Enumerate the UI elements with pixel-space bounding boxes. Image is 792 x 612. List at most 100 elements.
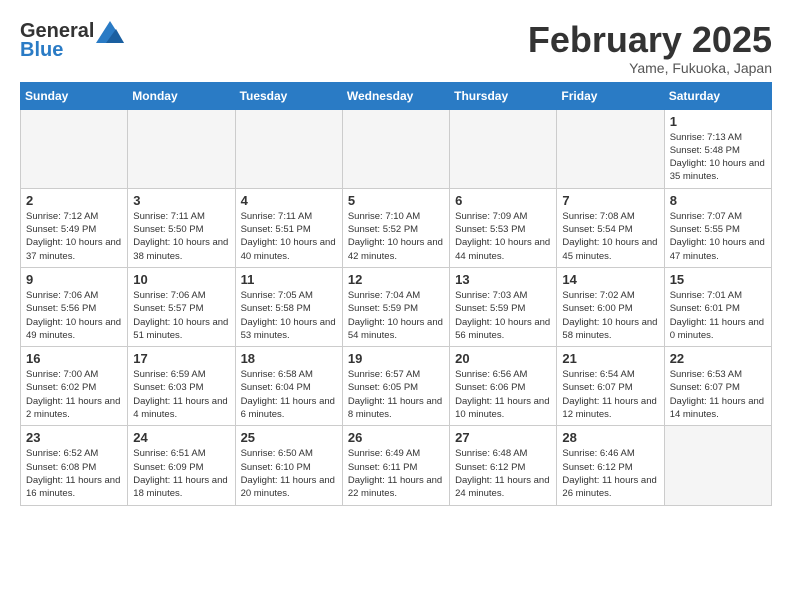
day-number: 22 bbox=[670, 351, 766, 366]
weekday-header-monday: Monday bbox=[128, 82, 235, 109]
day-number: 25 bbox=[241, 430, 337, 445]
calendar-cell: 13 Sunrise: 7:03 AMSunset: 5:59 PMDayligh… bbox=[450, 267, 557, 346]
calendar-cell: 10 Sunrise: 7:06 AMSunset: 5:57 PMDayligh… bbox=[128, 267, 235, 346]
day-number: 27 bbox=[455, 430, 551, 445]
day-info: Sunrise: 7:13 AMSunset: 5:48 PMDaylight:… bbox=[670, 131, 766, 184]
calendar-cell: 26Sunrise: 6:49 AMSunset: 6:11 PMDayligh… bbox=[342, 426, 449, 505]
day-info: Sunrise: 7:00 AMSunset: 6:02 PMDaylight:… bbox=[26, 368, 122, 421]
day-number: 18 bbox=[241, 351, 337, 366]
calendar-cell bbox=[450, 109, 557, 188]
calendar-cell bbox=[128, 109, 235, 188]
day-number: 4 bbox=[241, 193, 337, 208]
calendar-cell: 7 Sunrise: 7:08 AMSunset: 5:54 PMDaylight… bbox=[557, 188, 664, 267]
day-info: Sunrise: 7:06 AMSunset: 5:57 PMDaylight:… bbox=[133, 289, 229, 342]
day-info: Sunrise: 6:59 AMSunset: 6:03 PMDaylight:… bbox=[133, 368, 229, 421]
day-info: Sunrise: 6:57 AMSunset: 6:05 PMDaylight:… bbox=[348, 368, 444, 421]
day-info: Sunrise: 7:02 AMSunset: 6:00 PMDaylight:… bbox=[562, 289, 658, 342]
calendar-week-3: 16 Sunrise: 7:00 AMSunset: 6:02 PMDayligh… bbox=[21, 347, 772, 426]
calendar-cell: 28Sunrise: 6:46 AMSunset: 6:12 PMDayligh… bbox=[557, 426, 664, 505]
day-number: 24 bbox=[133, 430, 229, 445]
day-info: Sunrise: 7:01 AMSunset: 6:01 PMDaylight:… bbox=[670, 289, 766, 342]
calendar-cell: 12 Sunrise: 7:04 AMSunset: 5:59 PMDayligh… bbox=[342, 267, 449, 346]
calendar-cell: 16 Sunrise: 7:00 AMSunset: 6:02 PMDayligh… bbox=[21, 347, 128, 426]
calendar-cell: 5 Sunrise: 7:10 AMSunset: 5:52 PMDaylight… bbox=[342, 188, 449, 267]
calendar-cell: 19 Sunrise: 6:57 AMSunset: 6:05 PMDayligh… bbox=[342, 347, 449, 426]
page-header: General Blue February 2025 Yame, Fukuoka… bbox=[20, 20, 772, 76]
day-info: Sunrise: 6:48 AMSunset: 6:12 PMDaylight:… bbox=[455, 447, 551, 500]
weekday-header-sunday: Sunday bbox=[21, 82, 128, 109]
day-info: Sunrise: 6:50 AMSunset: 6:10 PMDaylight:… bbox=[241, 447, 337, 500]
calendar-cell: 4 Sunrise: 7:11 AMSunset: 5:51 PMDaylight… bbox=[235, 188, 342, 267]
calendar-cell: 18 Sunrise: 6:58 AMSunset: 6:04 PMDayligh… bbox=[235, 347, 342, 426]
day-info: Sunrise: 6:54 AMSunset: 6:07 PMDaylight:… bbox=[562, 368, 658, 421]
day-number: 28 bbox=[562, 430, 658, 445]
day-number: 20 bbox=[455, 351, 551, 366]
day-info: Sunrise: 7:03 AMSunset: 5:59 PMDaylight:… bbox=[455, 289, 551, 342]
day-number: 13 bbox=[455, 272, 551, 287]
day-info: Sunrise: 6:53 AMSunset: 6:07 PMDaylight:… bbox=[670, 368, 766, 421]
calendar-cell: 15 Sunrise: 7:01 AMSunset: 6:01 PMDayligh… bbox=[664, 267, 771, 346]
day-number: 17 bbox=[133, 351, 229, 366]
calendar-week-4: 23 Sunrise: 6:52 AMSunset: 6:08 PMDayligh… bbox=[21, 426, 772, 505]
calendar-cell bbox=[557, 109, 664, 188]
calendar-cell: 17 Sunrise: 6:59 AMSunset: 6:03 PMDayligh… bbox=[128, 347, 235, 426]
day-number: 19 bbox=[348, 351, 444, 366]
day-info: Sunrise: 6:52 AMSunset: 6:08 PMDaylight:… bbox=[26, 447, 122, 500]
day-number: 5 bbox=[348, 193, 444, 208]
day-number: 12 bbox=[348, 272, 444, 287]
calendar-cell: 14 Sunrise: 7:02 AMSunset: 6:00 PMDayligh… bbox=[557, 267, 664, 346]
calendar-subtitle: Yame, Fukuoka, Japan bbox=[528, 60, 772, 76]
calendar-cell: 20 Sunrise: 6:56 AMSunset: 6:06 PMDayligh… bbox=[450, 347, 557, 426]
weekday-header-tuesday: Tuesday bbox=[235, 82, 342, 109]
calendar-title: February 2025 bbox=[528, 20, 772, 60]
day-info: Sunrise: 7:11 AMSunset: 5:51 PMDaylight:… bbox=[241, 210, 337, 263]
weekday-header-thursday: Thursday bbox=[450, 82, 557, 109]
day-info: Sunrise: 7:08 AMSunset: 5:54 PMDaylight:… bbox=[562, 210, 658, 263]
title-block: February 2025 Yame, Fukuoka, Japan bbox=[528, 20, 772, 76]
weekday-header-wednesday: Wednesday bbox=[342, 82, 449, 109]
day-number: 14 bbox=[562, 272, 658, 287]
calendar-cell: 21Sunrise: 6:54 AMSunset: 6:07 PMDayligh… bbox=[557, 347, 664, 426]
day-info: Sunrise: 7:10 AMSunset: 5:52 PMDaylight:… bbox=[348, 210, 444, 263]
calendar-cell: 6 Sunrise: 7:09 AMSunset: 5:53 PMDaylight… bbox=[450, 188, 557, 267]
calendar-cell: 24 Sunrise: 6:51 AMSunset: 6:09 PMDayligh… bbox=[128, 426, 235, 505]
day-info: Sunrise: 7:06 AMSunset: 5:56 PMDaylight:… bbox=[26, 289, 122, 342]
day-info: Sunrise: 7:07 AMSunset: 5:55 PMDaylight:… bbox=[670, 210, 766, 263]
calendar-cell: 1Sunrise: 7:13 AMSunset: 5:48 PMDaylight… bbox=[664, 109, 771, 188]
day-number: 3 bbox=[133, 193, 229, 208]
calendar-cell bbox=[235, 109, 342, 188]
calendar-week-0: 1Sunrise: 7:13 AMSunset: 5:48 PMDaylight… bbox=[21, 109, 772, 188]
day-number: 2 bbox=[26, 193, 122, 208]
calendar-cell bbox=[664, 426, 771, 505]
calendar-week-2: 9 Sunrise: 7:06 AMSunset: 5:56 PMDaylight… bbox=[21, 267, 772, 346]
calendar-cell: 22 Sunrise: 6:53 AMSunset: 6:07 PMDayligh… bbox=[664, 347, 771, 426]
calendar-cell: 23 Sunrise: 6:52 AMSunset: 6:08 PMDayligh… bbox=[21, 426, 128, 505]
logo-blue: Blue bbox=[20, 39, 63, 62]
day-info: Sunrise: 7:05 AMSunset: 5:58 PMDaylight:… bbox=[241, 289, 337, 342]
calendar-table: SundayMondayTuesdayWednesdayThursdayFrid… bbox=[20, 82, 772, 506]
day-number: 9 bbox=[26, 272, 122, 287]
calendar-cell: 11Sunrise: 7:05 AMSunset: 5:58 PMDayligh… bbox=[235, 267, 342, 346]
day-info: Sunrise: 6:58 AMSunset: 6:04 PMDaylight:… bbox=[241, 368, 337, 421]
calendar-cell: 9 Sunrise: 7:06 AMSunset: 5:56 PMDaylight… bbox=[21, 267, 128, 346]
weekday-header-row: SundayMondayTuesdayWednesdayThursdayFrid… bbox=[21, 82, 772, 109]
weekday-header-saturday: Saturday bbox=[664, 82, 771, 109]
day-number: 6 bbox=[455, 193, 551, 208]
calendar-cell: 27 Sunrise: 6:48 AMSunset: 6:12 PMDayligh… bbox=[450, 426, 557, 505]
day-number: 16 bbox=[26, 351, 122, 366]
day-info: Sunrise: 7:09 AMSunset: 5:53 PMDaylight:… bbox=[455, 210, 551, 263]
day-number: 23 bbox=[26, 430, 122, 445]
calendar-cell bbox=[342, 109, 449, 188]
day-info: Sunrise: 7:12 AMSunset: 5:49 PMDaylight:… bbox=[26, 210, 122, 263]
day-number: 10 bbox=[133, 272, 229, 287]
calendar-cell: 2 Sunrise: 7:12 AMSunset: 5:49 PMDaylight… bbox=[21, 188, 128, 267]
day-number: 7 bbox=[562, 193, 658, 208]
day-info: Sunrise: 6:56 AMSunset: 6:06 PMDaylight:… bbox=[455, 368, 551, 421]
calendar-cell: 25 Sunrise: 6:50 AMSunset: 6:10 PMDayligh… bbox=[235, 426, 342, 505]
calendar-cell bbox=[21, 109, 128, 188]
day-info: Sunrise: 7:04 AMSunset: 5:59 PMDaylight:… bbox=[348, 289, 444, 342]
day-number: 8 bbox=[670, 193, 766, 208]
day-number: 26 bbox=[348, 430, 444, 445]
day-number: 15 bbox=[670, 272, 766, 287]
day-info: Sunrise: 6:51 AMSunset: 6:09 PMDaylight:… bbox=[133, 447, 229, 500]
